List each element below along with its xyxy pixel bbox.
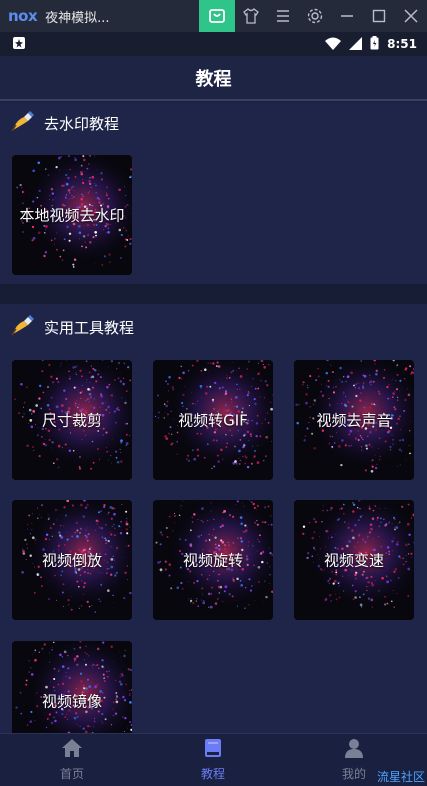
tutorial-card[interactable]: 视频转GIF [153,360,273,480]
home-icon [61,738,83,762]
status-time: 8:51 [387,37,417,51]
section-header: 实用工具教程 [10,313,134,341]
card-label: 视频转GIF [178,411,248,430]
settings-icon[interactable] [305,6,325,26]
shirt-icon[interactable] [241,6,261,26]
minimize-icon[interactable] [337,6,357,26]
emulator-window-title: 夜神模拟... [45,10,110,26]
section-title: 去水印教程 [44,114,120,133]
nav-label: 教程 [200,767,225,781]
store-icon[interactable] [199,0,235,32]
maximize-icon[interactable] [369,6,389,26]
section-divider [0,284,427,304]
bottom-nav: 首页 教程 我的 流星社区 [0,733,427,786]
card-label: 视频镜像 [41,692,102,711]
app-header: 教程 [0,56,427,101]
emulator-title-bar: nox 夜神模拟... [0,0,427,32]
tutorial-card[interactable]: 尺寸裁剪 [12,360,132,480]
card-label: 视频去声音 [316,411,392,430]
tutorial-card[interactable]: 本地视频去水印 [12,155,132,275]
close-icon[interactable] [401,6,421,26]
nox-logo: nox [8,7,38,25]
wifi-icon [325,35,342,54]
pen-icon [10,314,36,340]
pen-icon [10,110,36,136]
nav-label: 首页 [59,767,84,781]
tutorial-card[interactable]: 视频去声音 [294,360,414,480]
card-label: 本地视频去水印 [19,206,125,225]
card-label: 尺寸裁剪 [41,411,102,430]
section-header: 去水印教程 [10,109,119,137]
section-title: 实用工具教程 [44,318,135,337]
tutorial-card[interactable]: 视频变速 [294,500,414,620]
tutorial-card[interactable]: 视频旋转 [153,500,273,620]
watermark-text: 流星社区 [376,770,425,784]
user-icon [344,738,364,762]
card-label: 视频变速 [323,551,384,570]
battery-icon [370,35,379,54]
book-icon [203,738,223,762]
page-title: 教程 [195,68,232,90]
tutorial-card[interactable]: 视频镜像 [12,641,132,733]
card-label: 视频旋转 [182,551,243,570]
notification-icon [12,35,26,54]
nav-label: 我的 [341,767,366,781]
card-label: 视频倒放 [41,551,102,570]
nav-item-home[interactable]: 首页 [22,738,122,782]
section-watermark: 去水印教程 本地视频去水印 [0,103,427,284]
status-bar: 8:51 [0,32,427,56]
menu-icon[interactable] [273,6,293,26]
tutorial-card[interactable]: 视频倒放 [12,500,132,620]
nav-item-tutorial[interactable]: 教程 [163,738,263,782]
section-tools: 实用工具教程 尺寸裁剪 视频转GIF 视频去声音 视频倒放 视频旋转 视频变速 … [0,304,427,733]
signal-icon [349,35,363,54]
